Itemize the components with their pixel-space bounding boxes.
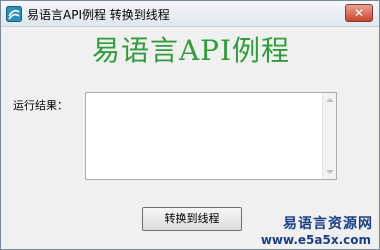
window-title: 易语言API例程 转换到线程: [27, 8, 170, 22]
watermark-site-name: 易语言资源网: [283, 216, 373, 232]
watermark-url: www.e5a5x.com: [260, 233, 371, 247]
page-heading: 易语言API例程: [91, 34, 291, 67]
result-label: 运行结果：: [13, 99, 68, 112]
close-button[interactable]: ✕: [345, 4, 373, 22]
app-icon: [6, 6, 22, 22]
scroll-down-icon[interactable]: [326, 170, 334, 174]
title-bar[interactable]: 易语言API例程 转换到线程 ✕: [1, 1, 379, 27]
scroll-up-icon[interactable]: [326, 98, 334, 102]
convert-to-thread-button[interactable]: 转换到线程: [142, 207, 242, 231]
vertical-scrollbar[interactable]: [322, 93, 336, 179]
app-window: 易语言API例程 转换到线程 ✕ 易语言API例程 运行结果： 转换到线程 易语…: [0, 0, 380, 250]
result-textarea[interactable]: [85, 92, 337, 180]
